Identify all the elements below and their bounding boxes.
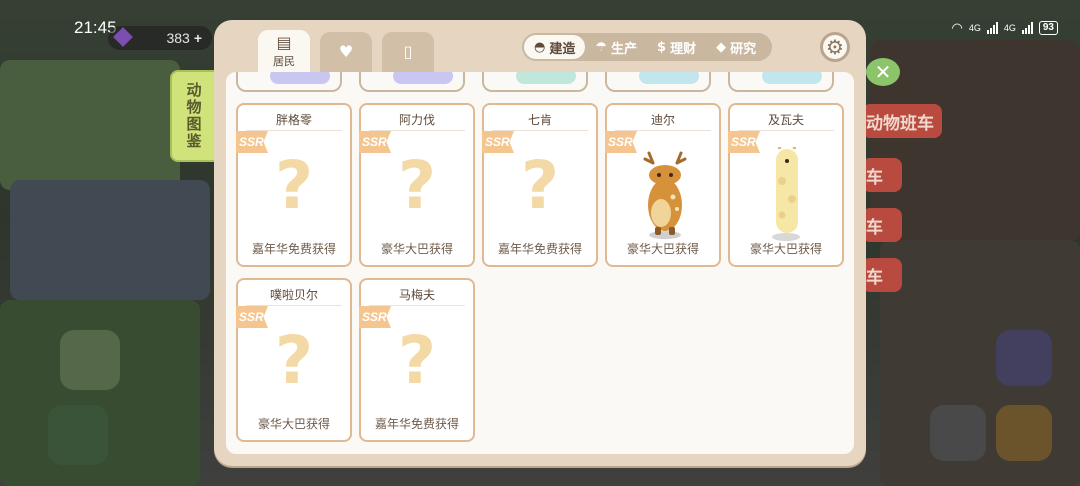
graduation-cap-icon: ◆ [716,39,727,55]
signal-icon [986,22,998,34]
background-button: 车 [862,158,902,192]
gear-icon: ⚙ [826,35,844,59]
obtain-source: 嘉年华免费获得 [251,242,336,256]
obtain-source: 嘉年华免费获得 [374,417,459,431]
giraffe-icon [730,142,842,243]
ssr-badge: SSR [605,131,637,153]
obtain-source: 豪华大巴获得 [257,417,330,431]
add-icon[interactable]: + [194,30,202,46]
animal-name: 胖格零 [246,109,342,131]
animal-card[interactable]: 马梅夫 SSR ? 嘉年华免费获得 [359,278,475,442]
gem-amount: 383 [166,30,190,46]
battery-indicator: 93 [1038,21,1058,35]
unknown-animal-icon: ? [397,322,437,399]
animal-bus-button: 动物班车 [862,104,942,138]
animal-card[interactable]: 阿力伐 SSR ? 豪华大巴获得 [359,103,475,267]
previous-row-card [236,72,342,92]
category-finance[interactable]: $ 理财 [647,35,706,59]
jar-icon: ▯ [403,42,413,61]
unknown-animal-icon: ? [520,147,560,224]
ssr-badge: SSR [236,131,268,153]
background-button: 车 [862,258,902,292]
deer-icon [607,147,719,243]
animal-card[interactable]: 迪尔 SSR 豪华大巴获得 [605,103,721,267]
background-button: 车 [862,208,902,242]
ssr-badge: SSR [482,131,514,153]
heart-icon: ♥ [338,42,354,61]
gem-icon [113,27,133,47]
obtain-source: 嘉年华免费获得 [497,242,582,256]
animal-name: 马梅夫 [369,284,465,306]
category-build[interactable]: ◓ 建造 [524,35,586,59]
tab-residents[interactable]: ▤ 居民 [258,30,310,74]
previous-row-card [605,72,711,92]
unknown-animal-icon: ? [397,147,437,224]
previous-row-card [359,72,465,92]
unknown-animal-icon: ? [274,147,314,224]
animal-name: 迪尔 [615,109,711,131]
category-produce[interactable]: ☂ 生产 [585,35,647,59]
id-card-icon: ▤ [276,33,292,52]
category-filter: ◓ 建造 ☂ 生产 $ 理财 ◆ 研究 [522,33,773,61]
animal-card[interactable]: 噗啦贝尔 SSR ? 豪华大巴获得 [236,278,352,442]
animal-guide-bookmark[interactable]: 动物图鉴 [170,70,214,162]
bookmark-label: 动物图鉴 [184,82,203,150]
wifi-icon: ◠ [951,20,963,35]
animal-name: 七肯 [492,109,588,131]
tab-label: 居民 [273,55,295,68]
previous-row-card [482,72,588,92]
ssr-badge: SSR [236,306,268,328]
animal-name: 噗啦贝尔 [246,284,342,306]
watering-can-icon: ☂ [595,39,608,55]
network-label-2: 4G [1003,23,1016,33]
category-research[interactable]: ◆ 研究 [706,35,766,59]
animal-guide-panel: ▤ 居民 ♥ ▯ ◓ 建造 ☂ 生产 $ 理财 ◆ 研究 ⚙ 胖格零 SSR ?… [214,20,866,466]
obtain-source: 豪华大巴获得 [380,242,453,256]
animal-card[interactable]: 七肯 SSR ? 嘉年华免费获得 [482,103,598,267]
ssr-badge: SSR [728,131,760,153]
signal-icon [1021,22,1033,34]
obtain-source: 豪华大巴获得 [626,242,699,256]
dollar-icon: $ [657,39,667,55]
animal-name: 阿力伐 [369,109,465,131]
settings-button[interactable]: ⚙ [820,32,850,62]
close-button[interactable]: ✕ [866,58,900,86]
animal-name: 及瓦夫 [738,109,834,131]
ssr-badge: SSR [359,131,391,153]
previous-row-card [728,72,834,92]
animal-card[interactable]: 及瓦夫 SSR 豪华大巴获得 [728,103,844,267]
helmet-icon: ◓ [534,39,546,55]
network-label-1: 4G [968,23,981,33]
animal-card[interactable]: 胖格零 SSR ? 嘉年华免费获得 [236,103,352,267]
unknown-animal-icon: ? [274,322,314,399]
card-grid[interactable]: 胖格零 SSR ? 嘉年华免费获得 阿力伐 SSR ? 豪华大巴获得 七肯 SS… [226,72,854,454]
tab-favorites[interactable]: ♥ [320,32,372,72]
ssr-badge: SSR [359,306,391,328]
obtain-source: 豪华大巴获得 [749,242,822,256]
status-indicators: ◠ 4G 4G 93 [951,20,1058,36]
gem-counter[interactable]: 383 + [108,26,212,50]
tab-items[interactable]: ▯ [382,32,434,72]
close-icon: ✕ [874,60,892,84]
